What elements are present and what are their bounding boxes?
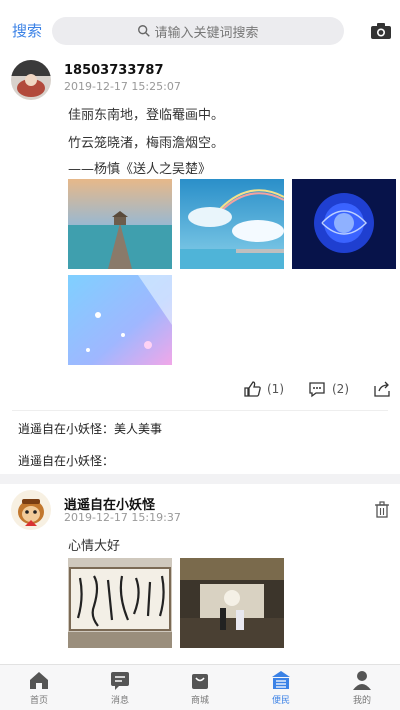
comment-item[interactable]: 逍遥自在小妖怪：美人美事 <box>18 420 162 437</box>
tab-label: 消息 <box>110 696 129 706</box>
tab-profile[interactable]: 我的 <box>332 669 392 706</box>
tab-label: 首页 <box>29 696 48 706</box>
section-gap <box>0 474 400 484</box>
comment-button[interactable]: (2) <box>308 380 349 398</box>
share-button[interactable] <box>373 380 391 398</box>
top-bar: 搜索 请输入关键词搜索 <box>0 0 400 58</box>
divider <box>12 410 388 411</box>
share-icon <box>374 381 390 397</box>
trash-icon[interactable] <box>374 501 390 519</box>
post-card: 逍遥自在小妖怪 2019-12-17 15:19:37 心情大好 <box>0 484 400 664</box>
blue-rose-image[interactable] <box>292 179 396 269</box>
camera-icon[interactable] <box>370 22 392 40</box>
post-text-line: 竹云笼晓渚，梅雨澹烟空。 <box>68 136 225 151</box>
search-icon <box>138 25 151 37</box>
tab-service[interactable]: 便民 <box>251 669 311 706</box>
bottom-tab-bar: 首页 消息 商城 便民 我的 <box>0 664 400 710</box>
comment-author: 逍遥自在小妖怪： <box>18 422 115 436</box>
sky-rainbow-image[interactable] <box>180 179 284 269</box>
avatar[interactable] <box>11 490 51 530</box>
post-time: 2019-12-17 15:19:37 <box>64 511 181 524</box>
home-icon <box>30 672 48 689</box>
post-card: 18503733787 2019-12-17 15:25:07 佳丽东南地，登临… <box>0 58 400 470</box>
tab-label: 我的 <box>352 696 371 706</box>
tab-home[interactable]: 首页 <box>9 669 69 706</box>
like-count: (1) <box>267 382 284 396</box>
tab-label: 便民 <box>271 696 290 706</box>
comment-count: (2) <box>332 382 349 396</box>
sparkle-light-image[interactable] <box>68 275 172 365</box>
comment-author: 逍遥自在小妖怪： <box>18 454 115 468</box>
tab-label: 商城 <box>190 696 209 706</box>
comment-item[interactable]: 逍遥自在小妖怪： <box>18 452 114 469</box>
search-input[interactable]: 请输入关键词搜索 <box>52 17 344 45</box>
search-placeholder: 请输入关键词搜索 <box>154 25 259 41</box>
search-link[interactable]: 搜索 <box>12 20 42 41</box>
service-list-icon <box>272 671 290 689</box>
post-text-line: 佳丽东南地，登临罨画中。 <box>68 108 225 123</box>
post-username[interactable]: 18503733787 <box>64 63 164 78</box>
tab-shop[interactable]: 商城 <box>170 669 230 706</box>
post-text-line: ——杨慎《送人之吴楚》 <box>68 162 212 177</box>
wedding-hall-image[interactable] <box>180 558 284 648</box>
user-icon <box>353 671 371 690</box>
pier-sunset-image[interactable] <box>68 179 172 269</box>
calligraphy-image[interactable] <box>68 558 172 648</box>
thumbs-up-icon <box>244 381 261 397</box>
post-time: 2019-12-17 15:25:07 <box>64 80 181 93</box>
post-text-line: 心情大好 <box>68 539 121 554</box>
shop-bag-icon <box>192 674 208 689</box>
comment-text: 美人美事 <box>114 422 163 436</box>
comment-icon <box>309 382 325 398</box>
message-icon <box>111 672 129 690</box>
tab-messages[interactable]: 消息 <box>90 669 150 706</box>
like-button[interactable]: (1) <box>243 380 284 398</box>
avatar[interactable] <box>11 60 51 100</box>
